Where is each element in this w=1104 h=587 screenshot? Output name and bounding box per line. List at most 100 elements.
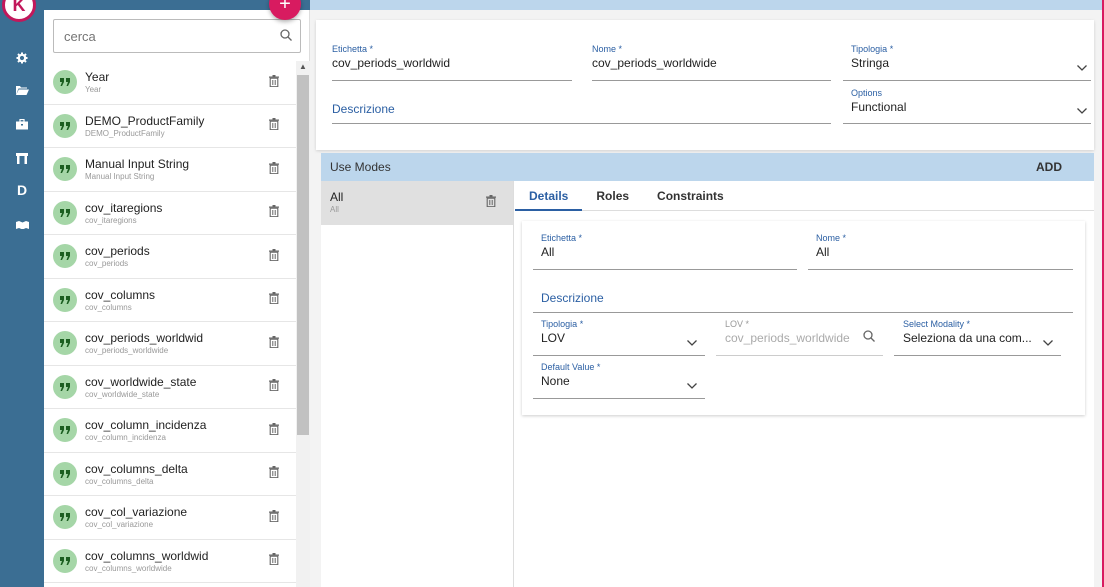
list-item-subtitle: cov_column_incidenza [85,433,166,443]
tipologia-select[interactable]: Tipologia * Stringa [843,44,1091,81]
tab-constraints[interactable]: Constraints [643,181,738,211]
map-icon[interactable] [12,214,32,234]
quote-icon [53,505,77,530]
trash-icon[interactable] [264,118,284,133]
trash-icon[interactable] [264,205,284,220]
descrizione-field[interactable]: Descrizione [332,88,831,124]
trash-icon[interactable] [264,553,284,568]
list-item-title: cov_columns_worldwid [85,548,209,563]
trash-icon[interactable] [264,74,284,90]
list-item-subtitle: cov_periods_worldwide [85,346,169,356]
nome-field[interactable]: Nome * cov_periods_worldwide [592,44,831,81]
d-icon[interactable]: D [12,180,32,200]
list-item-title: Manual Input String [85,157,190,172]
list-item[interactable]: Year Year [44,61,296,105]
list-item-texts: cov_itaregions cov_itaregions [85,201,264,225]
list-item-subtitle: cov_col_variazione [85,520,154,530]
trash-icon[interactable] [264,292,284,307]
list-item-texts: cov_worldwide_state cov_worldwide_state [85,375,264,399]
use-mode-item[interactable]: All All [321,181,513,225]
list-item-title: cov_itaregions [85,200,163,215]
quote-icon [53,113,77,138]
driver-list: Year Year DEMO_ProductFamily DEMO_ProductFa… [44,61,296,587]
list-item-subtitle: cov_worldwide_state [85,389,160,399]
quote-icon [53,200,77,225]
chevron-down-icon [1043,337,1053,347]
nome-label: Nome * [592,44,623,54]
trash-icon[interactable] [264,466,284,481]
um-etichetta-field[interactable]: Etichetta * All [533,233,797,270]
search-icon[interactable] [863,329,875,347]
list-item-texts: cov_col_variazione cov_col_variazione [85,505,264,529]
scroll-up-arrow[interactable]: ▲ [296,61,310,73]
list-item-texts: cov_columns_worldwid cov_columns_worldwid… [85,549,264,573]
list-item-title: cov_column_incidenza [85,418,207,433]
tipologia-label: Tipologia * [851,44,894,54]
list-item-subtitle: Manual Input String [85,172,155,182]
list-item[interactable]: cov_columns cov_columns [44,279,296,322]
um-lov-value: cov_periods_worldwide [725,331,850,345]
um-nome-field[interactable]: Nome * All [808,233,1073,270]
scroll-thumb[interactable] [297,75,309,435]
trash-icon[interactable] [264,161,284,177]
briefcase-icon[interactable] [12,114,32,134]
main-panel: Etichetta * cov_periods_worldwid Nome * … [310,10,1104,587]
um-etichetta-value: All [541,245,555,259]
options-value: Functional [851,100,907,114]
list-item[interactable]: cov_columns_worldwid cov_columns_worldwid… [44,540,296,583]
trash-icon[interactable] [264,335,284,351]
options-select[interactable]: Options Functional [843,88,1091,124]
quote-icon [53,331,77,356]
descrizione-label: Descrizione [332,102,395,116]
trash-icon[interactable] [481,195,501,210]
um-descrizione-field[interactable]: Descrizione [533,277,1073,313]
list-item-texts: cov_periods_worldwid cov_periods_worldwid… [85,331,264,355]
list-item[interactable]: cov_col_variazione cov_col_variazione [44,496,296,540]
list-item-texts: cov_columns cov_columns [85,288,264,312]
folder-icon[interactable] [12,80,32,100]
list-item-subtitle: cov_periods [85,259,129,269]
trash-icon[interactable] [264,509,284,525]
chevron-down-icon [1077,105,1087,115]
um-tipologia-select[interactable]: Tipologia * LOV [533,319,705,356]
add-use-mode-button[interactable]: ADD [1036,160,1062,174]
trash-icon[interactable] [264,248,284,264]
um-descrizione-label: Descrizione [541,291,604,305]
list-item[interactable]: cov_itaregions cov_itaregions [44,192,296,235]
etichetta-field[interactable]: Etichetta * cov_periods_worldwid [332,44,572,81]
store-icon[interactable] [12,148,32,168]
etichetta-label: Etichetta * [332,44,374,54]
um-select-modality-label: Select Modality * [903,319,971,329]
um-default-value-select[interactable]: Default Value * None [533,362,705,399]
use-mode-tabs: Details Roles Constraints [515,181,1094,211]
quote-icon [53,548,77,573]
left-rail: K D [0,0,44,587]
list-item-subtitle: Year [85,85,102,95]
search-icon[interactable] [280,28,292,44]
list-item[interactable]: Manual Input String Manual Input String [44,148,296,192]
um-select-modality[interactable]: Select Modality * Seleziona da una com..… [894,319,1061,356]
um-lov-label: LOV * [725,319,750,329]
um-nome-label: Nome * [816,233,847,243]
use-modes-title: Use Modes [330,160,391,174]
list-item[interactable]: cov_columns_delta cov_columns_delta [44,453,296,496]
tab-details[interactable]: Details [515,181,583,211]
use-mode-title: All [330,190,344,204]
list-item-title: cov_worldwide_state [85,374,197,389]
list-item[interactable]: cov_worldwide_state cov_worldwide_state [44,366,296,409]
list-item-title: cov_columns_delta [85,461,188,476]
search-input[interactable] [62,27,280,45]
list-item[interactable]: cov_periods cov_periods [44,235,296,279]
app-logo[interactable]: K [2,0,36,22]
list-item[interactable]: DEMO_ProductFamily DEMO_ProductFamily [44,105,296,148]
trash-icon[interactable] [264,379,284,394]
list-item[interactable]: cov_column_incidenza cov_column_incidenza [44,409,296,453]
um-lov-field[interactable]: LOV * cov_periods_worldwide [716,319,883,356]
list-scrollbar[interactable]: ▲ [296,61,310,587]
quote-icon [53,70,77,95]
gear-icon[interactable] [12,48,32,68]
list-item[interactable]: cov_periods_worldwid cov_periods_worldwid… [44,322,296,366]
driver-form-card: Etichetta * cov_periods_worldwid Nome * … [316,20,1094,150]
tab-roles[interactable]: Roles [582,181,643,211]
trash-icon[interactable] [264,422,284,438]
